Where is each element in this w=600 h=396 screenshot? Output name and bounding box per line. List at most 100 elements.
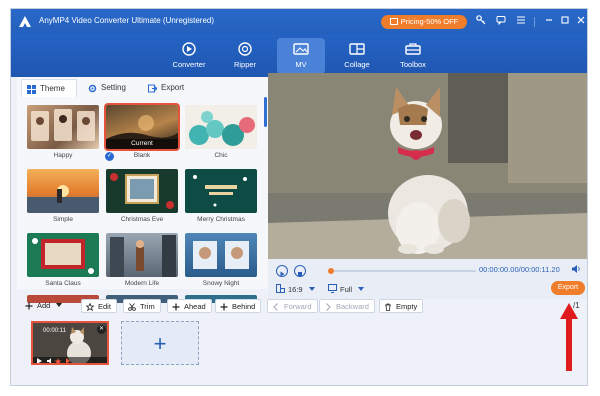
tab-setting[interactable]: Setting	[83, 79, 139, 97]
view-mode-select[interactable]: Full	[328, 284, 365, 294]
theme-label-santa-claus: Santa Claus	[45, 280, 81, 287]
behind-button[interactable]: Behind	[215, 299, 262, 313]
add-ahead-icon	[172, 303, 180, 311]
theme-thumb-merry-christmas[interactable]	[185, 169, 257, 213]
forward-button[interactable]: Forward	[267, 299, 318, 313]
converter-icon	[182, 42, 196, 56]
theme-thumb-santa-claus[interactable]	[27, 233, 99, 277]
trim-button[interactable]: Trim	[123, 299, 161, 313]
theme-label-christmas-eve: Christmas Eve	[120, 216, 164, 223]
chevron-down-icon	[358, 287, 365, 291]
current-badge: Current	[106, 139, 178, 149]
trash-icon	[385, 303, 391, 311]
tab-export-label: Export	[161, 83, 185, 92]
theme-thumb-chic[interactable]	[185, 105, 257, 149]
window-title: AnyMP4 Video Converter Ultimate (Unregis…	[39, 16, 215, 25]
menu-icon[interactable]	[514, 15, 528, 29]
aspect-ratio-select[interactable]: 16:9	[276, 284, 315, 294]
aspect-ratio-icon	[276, 284, 285, 293]
tab-converter[interactable]: Converter	[165, 38, 213, 74]
tab-converter-label: Converter	[172, 60, 206, 69]
tab-toolbox-label: Toolbox	[400, 60, 426, 69]
title-bar: AnyMP4 Video Converter Ultimate (Unregis…	[11, 9, 587, 35]
clip-toolbar: Add Edit Trim Ahead Behind Forward Backw…	[17, 299, 583, 319]
annotation-arrow-icon	[560, 303, 578, 371]
main-nav: Converter Ripper MV Collage Toolbox	[11, 35, 587, 77]
theme-thumb-happy[interactable]	[27, 105, 99, 149]
tab-collage-label: Collage	[344, 60, 370, 69]
behind-label: Behind	[232, 302, 256, 311]
grid-icon	[27, 85, 36, 94]
theme-label-blank: Blank	[133, 152, 151, 159]
plus-icon	[25, 302, 33, 310]
add-button[interactable]: Add	[21, 299, 74, 313]
christmas-eve-thumbnail	[110, 173, 174, 209]
clip-duration: 00:00:11	[43, 328, 66, 334]
tab-export[interactable]: Export	[143, 79, 199, 97]
theme-thumb-modern-life[interactable]	[106, 233, 178, 277]
minimize-icon[interactable]	[542, 15, 556, 29]
collage-icon	[349, 43, 365, 55]
star-wand-icon	[86, 303, 94, 311]
ahead-label: Ahead	[184, 302, 206, 311]
video-preview	[268, 73, 587, 259]
add-clip-button[interactable]: +	[121, 321, 199, 365]
merry-christmas-thumbnail	[193, 175, 247, 207]
snowy-night-thumbnail	[193, 241, 249, 269]
chat-icon[interactable]	[494, 15, 508, 29]
santa-claus-thumbnail	[32, 238, 94, 274]
add-behind-icon	[220, 303, 228, 311]
theme-thumb-snowy-night[interactable]	[185, 233, 257, 277]
theme-label-modern-life: Modern Life	[124, 280, 160, 287]
app-logo-icon	[19, 16, 31, 27]
clip-item[interactable]: 00:00:11 ✕	[31, 321, 109, 365]
close-icon[interactable]	[574, 15, 587, 29]
empty-label: Empty	[396, 302, 418, 311]
playback-progress[interactable]	[328, 268, 476, 274]
tab-toolbox[interactable]: Toolbox	[389, 38, 437, 74]
gear-icon	[88, 84, 97, 93]
plus-icon: +	[153, 331, 167, 356]
maximize-icon[interactable]	[558, 15, 572, 29]
export-button[interactable]: Export	[551, 281, 585, 295]
ahead-button[interactable]: Ahead	[167, 299, 212, 313]
theme-grid: Happy Current ✓ Blank Chic Simple Christ…	[21, 99, 259, 303]
backward-icon	[326, 303, 331, 311]
progress-handle[interactable]	[328, 268, 334, 274]
backward-button[interactable]: Backward	[319, 299, 375, 313]
theme-label-simple: Simple	[53, 216, 73, 223]
volume-icon[interactable]	[571, 264, 581, 274]
cat-video-frame	[268, 73, 587, 259]
theme-panel: Theme Setting Export Happy Current ✓ Bla	[17, 77, 269, 303]
forward-label: Forward	[284, 302, 312, 311]
theme-scrollbar[interactable]	[264, 97, 267, 127]
gift-icon	[389, 18, 398, 25]
tab-collage[interactable]: Collage	[333, 38, 381, 74]
tab-ripper[interactable]: Ripper	[221, 38, 269, 74]
theme-thumb-christmas-eve[interactable]	[106, 169, 178, 213]
title-divider	[534, 17, 535, 27]
add-label: Add	[37, 301, 51, 310]
theme-label-snowy-night: Snowy Night	[202, 280, 240, 287]
tab-theme[interactable]: Theme	[21, 79, 77, 97]
chic-thumbnail	[189, 111, 255, 146]
tab-theme-label: Theme	[40, 84, 65, 93]
stop-icon[interactable]	[294, 265, 306, 277]
theme-label-chic: Chic	[214, 152, 228, 159]
pricing-button[interactable]: Pricing-50% OFF	[381, 15, 467, 29]
toolbox-icon	[405, 43, 421, 55]
tab-mv[interactable]: MV	[277, 38, 325, 74]
export-icon	[148, 84, 157, 93]
sub-tabs: Theme Setting Export	[17, 79, 269, 97]
play-icon[interactable]	[276, 265, 288, 277]
edit-button[interactable]: Edit	[81, 299, 117, 313]
theme-thumb-simple[interactable]	[27, 169, 99, 213]
clip-actions	[37, 358, 70, 363]
chevron-down-icon	[56, 303, 63, 307]
empty-button[interactable]: Empty	[379, 299, 424, 313]
view-mode-value: Full	[340, 285, 353, 294]
theme-thumb-blank[interactable]: Current	[104, 103, 180, 151]
clip-close-icon[interactable]: ✕	[97, 325, 106, 334]
scissors-icon	[128, 303, 136, 311]
key-icon[interactable]	[474, 15, 488, 29]
